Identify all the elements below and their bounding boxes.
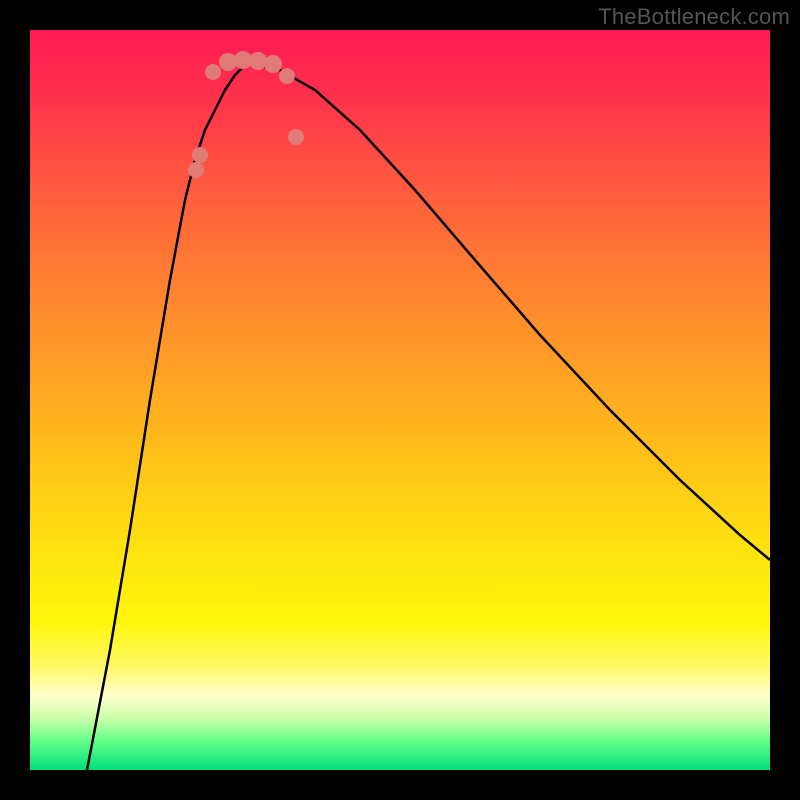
valley-dot bbox=[279, 68, 295, 84]
valley-dot bbox=[205, 64, 221, 80]
attribution-text: TheBottleneck.com bbox=[598, 4, 790, 30]
left-curve bbox=[87, 65, 245, 770]
valley-dot bbox=[264, 55, 282, 73]
chart-frame: TheBottleneck.com bbox=[0, 0, 800, 800]
valley-dot bbox=[249, 52, 267, 70]
curve-layer bbox=[30, 30, 770, 770]
valley-dot bbox=[288, 129, 304, 145]
valley-dot bbox=[188, 162, 204, 178]
plot-area bbox=[30, 30, 770, 770]
valley-dot bbox=[192, 147, 208, 163]
valley-dots bbox=[188, 51, 304, 178]
right-curve bbox=[255, 65, 770, 560]
